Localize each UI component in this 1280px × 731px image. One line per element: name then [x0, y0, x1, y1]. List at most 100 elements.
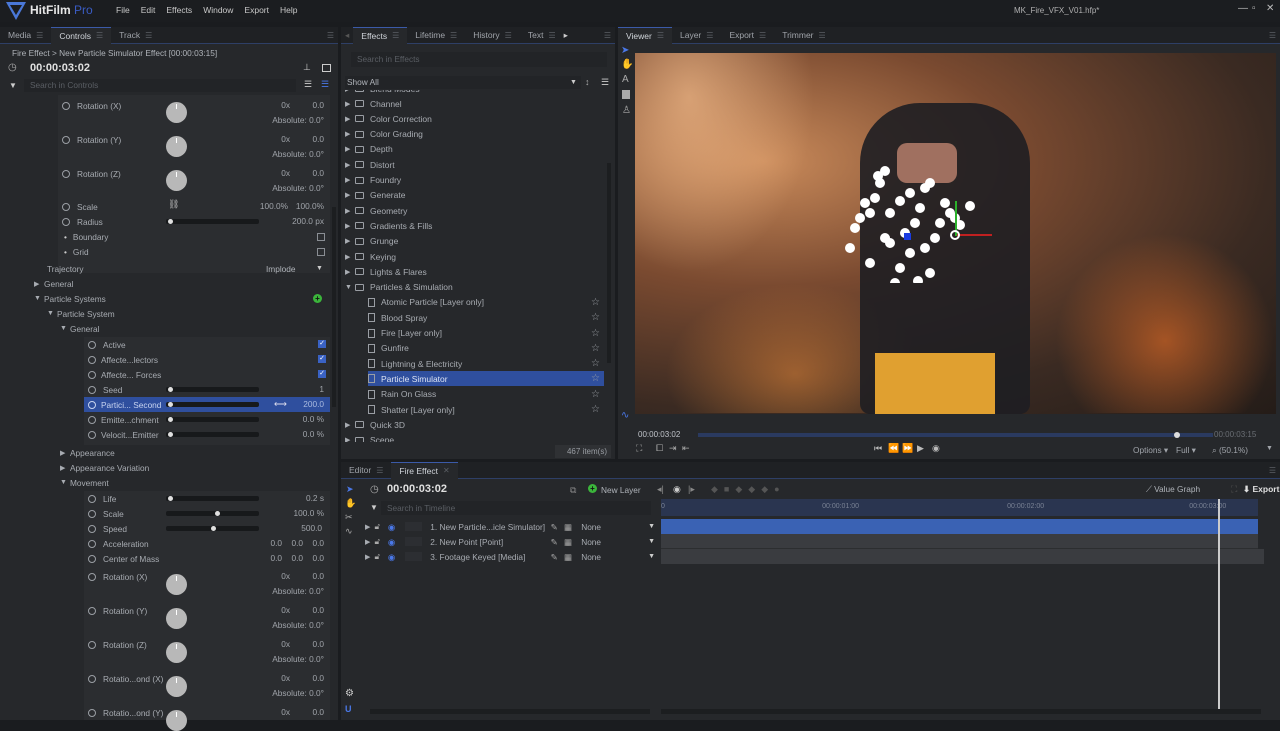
scrubber-playhead[interactable] — [1173, 432, 1180, 438]
controls-scrollbar[interactable] — [332, 207, 336, 407]
effects-folder[interactable]: ▶ Generate — [345, 188, 607, 203]
layer-bar-footage[interactable] — [661, 549, 1264, 564]
controls-search-input[interactable]: Search in Controls — [24, 79, 296, 92]
favorite-star-icon[interactable]: ☆ — [591, 312, 600, 323]
rotation-value[interactable]: 0.0 — [288, 134, 324, 144]
keyframe-icon[interactable] — [62, 101, 70, 110]
timeline-layer-row[interactable]: ▶ 🔓︎ ◉ 3. Footage Keyed [Media] ✎ ▦ None ▼ — [365, 549, 655, 564]
rotation-value[interactable]: 0.0 — [288, 673, 324, 683]
hand-tool-icon[interactable]: ✋ — [621, 59, 633, 70]
radius-value[interactable]: 200.0 px — [258, 216, 324, 226]
panel-menu-icon[interactable]: ☰ — [1269, 31, 1276, 40]
viewer-canvas[interactable] — [635, 53, 1276, 414]
tab-layer[interactable]: Layer ☰ — [672, 27, 721, 44]
effects-search-input[interactable]: Search in Effects — [351, 52, 607, 67]
rotation-dial[interactable] — [166, 574, 187, 595]
rotation-turns[interactable]: 0x — [254, 707, 290, 717]
tree-particle-systems[interactable]: ▼ Particle Systems — [34, 291, 106, 306]
effects-filter-select[interactable]: Show All — [345, 76, 581, 89]
effect-item[interactable]: Blood Spray ☆ — [368, 310, 604, 325]
split-view-icon[interactable] — [322, 64, 331, 72]
rotation-value[interactable]: 0.0 — [288, 605, 324, 615]
menu-help[interactable]: Help — [280, 5, 297, 15]
new-composite-icon[interactable]: ⧉ — [570, 485, 576, 496]
tab-history[interactable]: History ☰ — [465, 27, 520, 44]
blend-mode-select[interactable]: None — [581, 552, 648, 562]
lock-icon[interactable]: 🔓︎ — [375, 551, 388, 562]
zoom-dropdown[interactable]: ⌕ (50.1%) — [1212, 445, 1248, 456]
edit-pencil-icon[interactable]: ✎ — [551, 522, 564, 532]
mask-tool-icon[interactable] — [622, 90, 630, 99]
snapshot-icon[interactable]: ⇥ — [669, 443, 677, 454]
layer-name[interactable]: 1. New Particle...icle Simulator] — [430, 522, 550, 532]
tree-appearance[interactable]: ▶ Appearance — [60, 445, 115, 460]
effects-folder[interactable]: ▶ Grunge — [345, 234, 607, 249]
layer-bar-particle-simulator[interactable] — [661, 519, 1258, 534]
speed-slider[interactable] — [166, 526, 259, 531]
solo-toggle[interactable] — [405, 552, 423, 561]
grid-checkbox[interactable] — [317, 248, 325, 256]
panel-menu-icon[interactable]: ☰ — [1269, 466, 1276, 475]
pin-icon[interactable]: ⊥ — [303, 62, 311, 73]
motion-path-icon[interactable]: ∿ — [621, 410, 629, 421]
tab-controls[interactable]: Controls ☰ — [51, 26, 112, 44]
scale-x-value[interactable]: 100.0% — [238, 201, 288, 211]
velocity-emitter-slider[interactable] — [166, 432, 259, 437]
effects-folder[interactable]: ▶ Foundry — [345, 173, 607, 188]
value-graph-button[interactable]: ⟋ Value Graph — [1146, 484, 1200, 495]
solo-toggle[interactable] — [405, 537, 423, 546]
emitter-attachment-slider[interactable] — [166, 417, 259, 422]
blend-mode-select[interactable]: None — [581, 522, 648, 532]
rotation-z-dial[interactable] — [166, 170, 187, 191]
close-icon[interactable]: ✕ — [1266, 3, 1274, 14]
speed-value[interactable]: 500.0 — [284, 523, 322, 533]
menu-edit[interactable]: Edit — [141, 5, 156, 15]
particles-per-second-slider[interactable] — [166, 402, 259, 407]
keyframe-icon[interactable] — [88, 674, 96, 683]
scroll-left-icon[interactable]: ◂ — [341, 30, 353, 41]
layer-bar-point[interactable] — [661, 534, 1258, 549]
select-tool-icon[interactable]: ➤ — [621, 45, 629, 56]
effects-folder[interactable]: ▶ Color Correction — [345, 111, 607, 126]
controls-timecode[interactable]: 00:00:03:02 — [30, 62, 90, 74]
favorite-star-icon[interactable]: ☆ — [591, 328, 600, 339]
radius-slider[interactable] — [166, 219, 259, 224]
rotation-dial[interactable] — [166, 676, 187, 697]
visibility-eye-icon[interactable]: ◉ — [388, 552, 405, 562]
blend-mode-select[interactable]: None — [581, 537, 648, 547]
tab-media[interactable]: Media ☰ — [0, 27, 51, 44]
effect-item[interactable]: Lightning & Electricity ☆ — [368, 356, 604, 371]
minimize-icon[interactable]: — — [1238, 3, 1248, 14]
keyframe-icon[interactable] — [62, 169, 70, 178]
boundary-checkbox[interactable] — [317, 233, 325, 241]
tree-general-open[interactable]: ▼ General — [60, 321, 100, 336]
next-keyframe-icon[interactable]: |▸ — [688, 484, 695, 495]
keyframe-icon[interactable] — [88, 572, 96, 581]
options-dropdown[interactable]: Options ▾ — [1133, 445, 1168, 455]
timeline-layer-row[interactable]: ▶ 🔓︎ ◉ 1. New Particle...icle Simulator] … — [365, 519, 655, 534]
favorite-star-icon[interactable]: ☆ — [591, 297, 600, 308]
life-value[interactable]: 0.2 s — [284, 493, 324, 503]
scale-y-value[interactable]: 100.0% — [284, 201, 324, 211]
rotation-dial[interactable] — [166, 642, 187, 663]
chevron-down-icon[interactable]: ▼ — [1266, 445, 1273, 452]
loop-icon[interactable]: ◉ — [932, 443, 940, 454]
menu-window[interactable]: Window — [203, 5, 233, 15]
tab-track[interactable]: Track ☰ — [111, 27, 160, 44]
tab-effects[interactable]: Effects ☰ — [353, 26, 408, 44]
tree-particle-system[interactable]: ▼ Particle System — [47, 306, 115, 321]
editor-timecode[interactable]: 00:00:03:02 — [387, 483, 447, 495]
filter-icon[interactable]: ▼ — [9, 81, 17, 90]
timeline-ruler[interactable]: 0 00:00:01:00 00:00:02:00 00:00:03:00 — [661, 499, 1258, 516]
gizmo-x-axis[interactable] — [957, 234, 992, 236]
effects-scrollbar[interactable] — [607, 163, 611, 363]
layer-name[interactable]: 3. Footage Keyed [Media] — [430, 552, 550, 562]
sort-icon[interactable]: ↕ — [585, 77, 590, 87]
center-of-mass-y[interactable]: 0.0 — [285, 553, 303, 563]
rotation-dial[interactable] — [166, 608, 187, 629]
effect-item[interactable]: Particle Simulator ☆ — [368, 371, 604, 387]
step-back-icon[interactable]: ⏪ — [888, 443, 899, 454]
export-button[interactable]: ⬇ Export — [1243, 484, 1279, 495]
tab-viewer[interactable]: Viewer ☰ — [618, 26, 672, 44]
affected-forces-checkbox[interactable]: ✓ — [318, 370, 326, 378]
